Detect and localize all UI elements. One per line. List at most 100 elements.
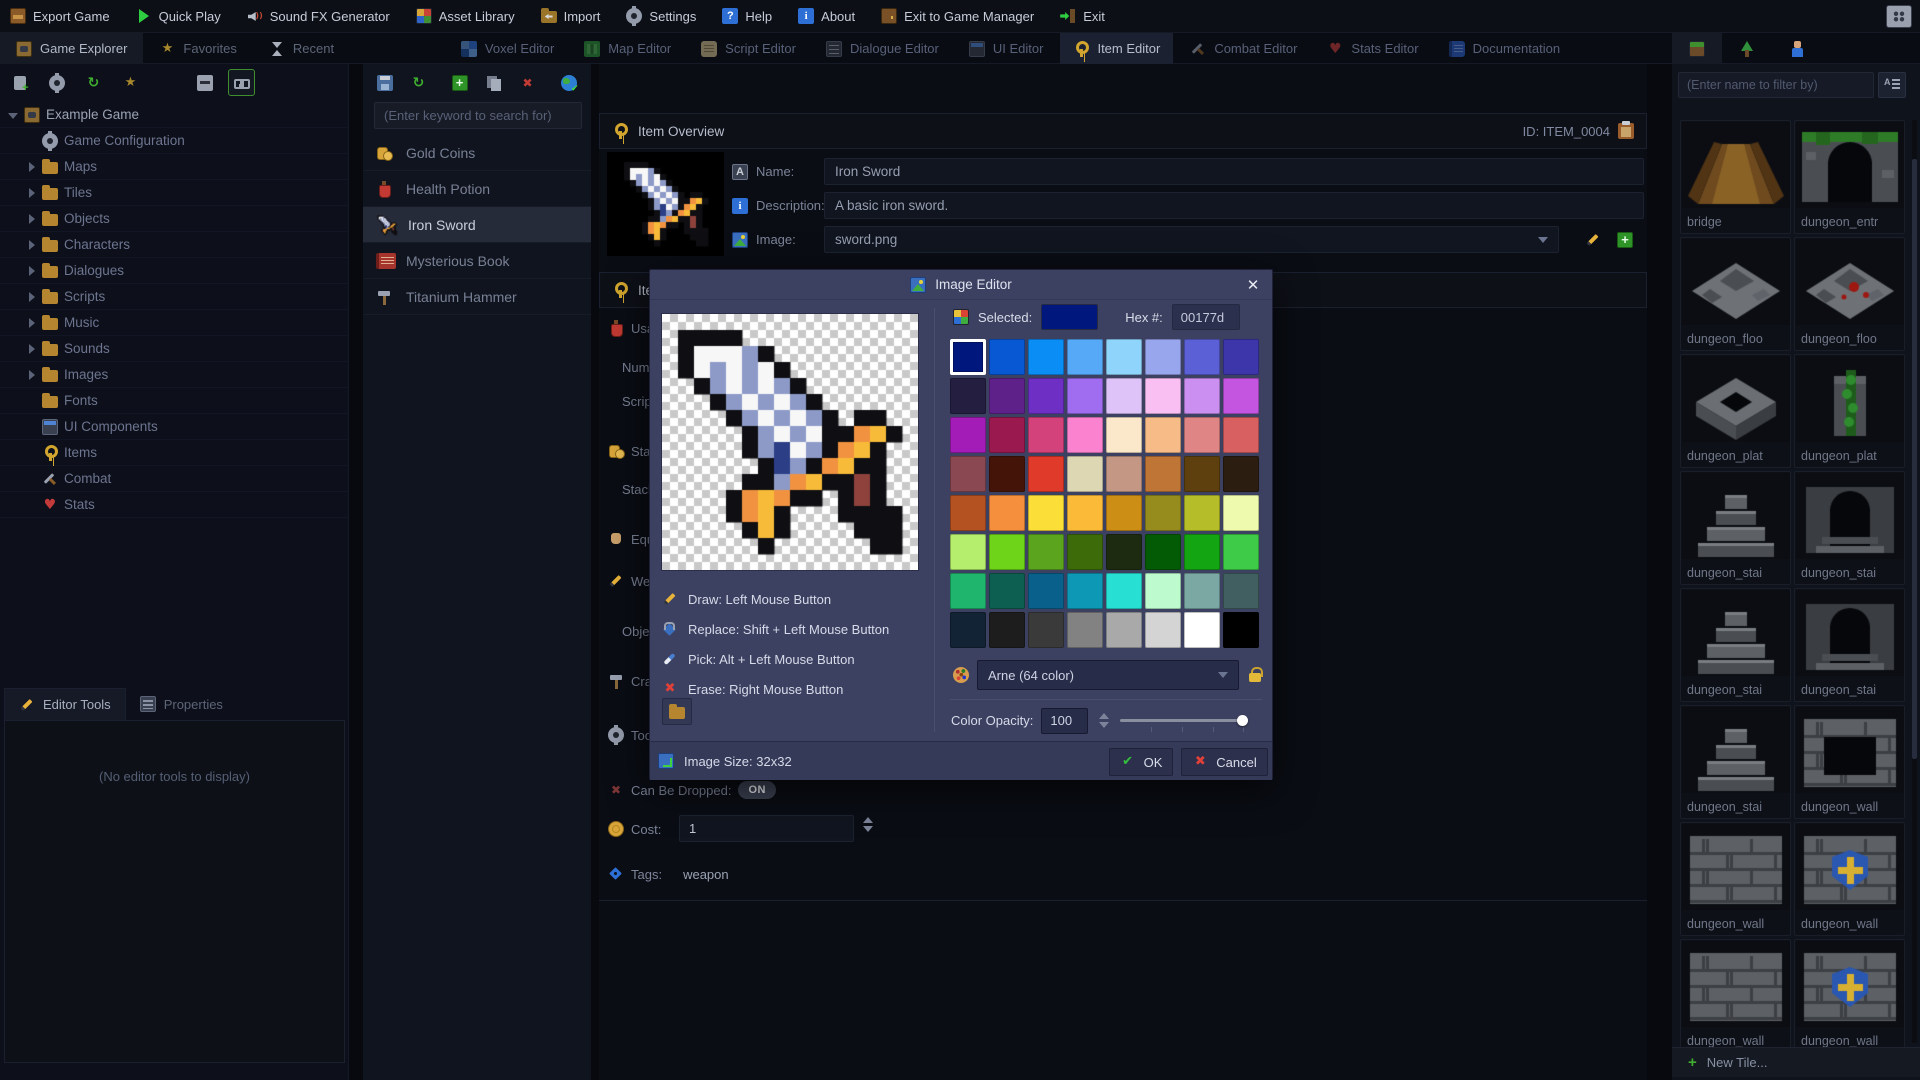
tree-item-fonts[interactable]: Fonts [0, 388, 348, 414]
tree-item-images[interactable]: Images [0, 362, 348, 388]
tags-value[interactable]: weapon [683, 867, 729, 882]
tree-item-maps[interactable]: Maps [0, 154, 348, 180]
palette-swatch-28[interactable] [1106, 456, 1142, 492]
copy-id-icon[interactable] [1618, 123, 1634, 139]
chevron-down-icon[interactable] [1538, 237, 1548, 243]
palette-swatch-61[interactable] [1145, 612, 1181, 648]
caret-right-icon[interactable] [26, 214, 36, 224]
tree-item-scripts[interactable]: Scripts [0, 284, 348, 310]
palette-swatch-25[interactable] [989, 456, 1025, 492]
palette-swatch-48[interactable] [950, 573, 986, 609]
palette-swatch-54[interactable] [1184, 573, 1220, 609]
palette-swatch-4[interactable] [1106, 339, 1142, 375]
palette-swatch-52[interactable] [1106, 573, 1142, 609]
palette-swatch-38[interactable] [1184, 495, 1220, 531]
palette-swatch-44[interactable] [1106, 534, 1142, 570]
palette-swatch-39[interactable] [1223, 495, 1259, 531]
tab-dialogue-editor[interactable]: Dialogue Editor [813, 33, 952, 64]
cancel-button[interactable]: Cancel [1181, 748, 1268, 776]
palette-swatch-50[interactable] [1028, 573, 1064, 609]
palette-swatch-18[interactable] [1028, 417, 1064, 453]
palette-swatch-36[interactable] [1106, 495, 1142, 531]
tile-dungeon-wall-15[interactable]: dungeon_wall [1794, 939, 1905, 1053]
hex-input[interactable] [1172, 304, 1240, 330]
tile-dungeon-stai-7[interactable]: dungeon_stai [1794, 471, 1905, 585]
scrollbar-thumb[interactable] [1912, 159, 1917, 759]
close-icon[interactable]: ✕ [1242, 274, 1264, 296]
palette-swatch-2[interactable] [1028, 339, 1064, 375]
tab-recent[interactable]: Recent [253, 33, 350, 64]
tiles-scrollbar[interactable] [1912, 120, 1917, 1043]
item-row-health-potion[interactable]: Health Potion [363, 171, 591, 207]
tree-item-music[interactable]: Music [0, 310, 348, 336]
cost-stepper[interactable] [860, 817, 876, 832]
description-field[interactable]: A basic iron sword. [824, 192, 1644, 219]
tree-item-characters[interactable]: Characters [0, 232, 348, 258]
palette-swatch-24[interactable] [950, 456, 986, 492]
palette-swatch-27[interactable] [1067, 456, 1103, 492]
palette-swatch-43[interactable] [1067, 534, 1103, 570]
menu-help[interactable]: Help [722, 8, 772, 24]
slider-handle[interactable] [1237, 715, 1248, 726]
palette-swatch-23[interactable] [1223, 417, 1259, 453]
palette-swatch-34[interactable] [1028, 495, 1064, 531]
palette-swatch-1[interactable] [989, 339, 1025, 375]
caret-right-icon[interactable] [26, 162, 36, 172]
palette-swatch-45[interactable] [1145, 534, 1181, 570]
menu-sound-fx-generator[interactable]: Sound FX Generator [247, 8, 390, 24]
tile-dungeon-entr-1[interactable]: dungeon_entr [1794, 120, 1905, 234]
tab-voxel-editor[interactable]: Voxel Editor [448, 33, 567, 64]
palette-swatch-15[interactable] [1223, 378, 1259, 414]
refresh-button[interactable] [80, 69, 107, 96]
tab-map-editor[interactable]: Map Editor [571, 33, 684, 64]
item-row-gold-coins[interactable]: Gold Coins [363, 135, 591, 171]
tree-item-tiles[interactable]: Tiles [0, 180, 348, 206]
palette-swatch-55[interactable] [1223, 573, 1259, 609]
tree-item-dialogues[interactable]: Dialogues [0, 258, 348, 284]
tile-dungeon-stai-8[interactable]: dungeon_stai [1680, 588, 1791, 702]
palette-swatch-14[interactable] [1184, 378, 1220, 414]
tile-bridge-0[interactable]: bridge [1680, 120, 1791, 234]
can-be-dropped-toggle[interactable]: ON [738, 781, 776, 799]
refresh-button[interactable] [405, 69, 432, 96]
caret-right-icon[interactable] [26, 370, 36, 380]
palette-swatch-41[interactable] [989, 534, 1025, 570]
xmark-button[interactable] [514, 69, 541, 96]
palette-swatch-60[interactable] [1106, 612, 1142, 648]
palette-swatch-20[interactable] [1106, 417, 1142, 453]
newfile-button[interactable] [6, 69, 33, 96]
tab-properties[interactable]: Properties [126, 688, 237, 720]
copy-button[interactable] [480, 69, 507, 96]
palette-swatch-22[interactable] [1184, 417, 1220, 453]
tab-favorites[interactable]: Favorites [143, 33, 252, 64]
palette-swatch-11[interactable] [1067, 378, 1103, 414]
tab-trees[interactable] [1722, 33, 1772, 64]
caret-right-icon[interactable] [26, 292, 36, 302]
palette-swatch-47[interactable] [1223, 534, 1259, 570]
palette-swatch-40[interactable] [950, 534, 986, 570]
palette-swatch-37[interactable] [1145, 495, 1181, 531]
menu-import[interactable]: Import [541, 9, 601, 24]
caret-right-icon[interactable] [26, 240, 36, 250]
tile-dungeon-floo-3[interactable]: dungeon_floo [1794, 237, 1905, 351]
caret-right-icon[interactable] [26, 188, 36, 198]
tree-item-items[interactable]: Items [0, 440, 348, 466]
opacity-stepper[interactable] [1096, 713, 1112, 728]
palette-dropdown[interactable]: Arne (64 color) [977, 660, 1239, 690]
tile-dungeon-stai-10[interactable]: dungeon_stai [1680, 705, 1791, 819]
ok-button[interactable]: OK [1109, 748, 1173, 776]
palette-swatch-5[interactable] [1145, 339, 1181, 375]
tree-item-example-game[interactable]: Example Game [0, 102, 348, 128]
menu-export-game[interactable]: Export Game [10, 8, 110, 24]
sort-button[interactable] [1878, 72, 1906, 98]
add-image-button[interactable] [1617, 232, 1633, 248]
item-row-iron-sword[interactable]: Iron Sword [363, 207, 591, 243]
menu-quick-play[interactable]: Quick Play [136, 8, 221, 24]
palette-swatch-42[interactable] [1028, 534, 1064, 570]
plusbox-button[interactable] [446, 69, 473, 96]
item-search-input[interactable] [374, 102, 582, 129]
palette-swatch-51[interactable] [1067, 573, 1103, 609]
image-field[interactable]: sword.png [824, 226, 1559, 253]
tab-game-explorer[interactable]: Game Explorer [0, 33, 143, 64]
tab-persons[interactable] [1772, 33, 1822, 64]
